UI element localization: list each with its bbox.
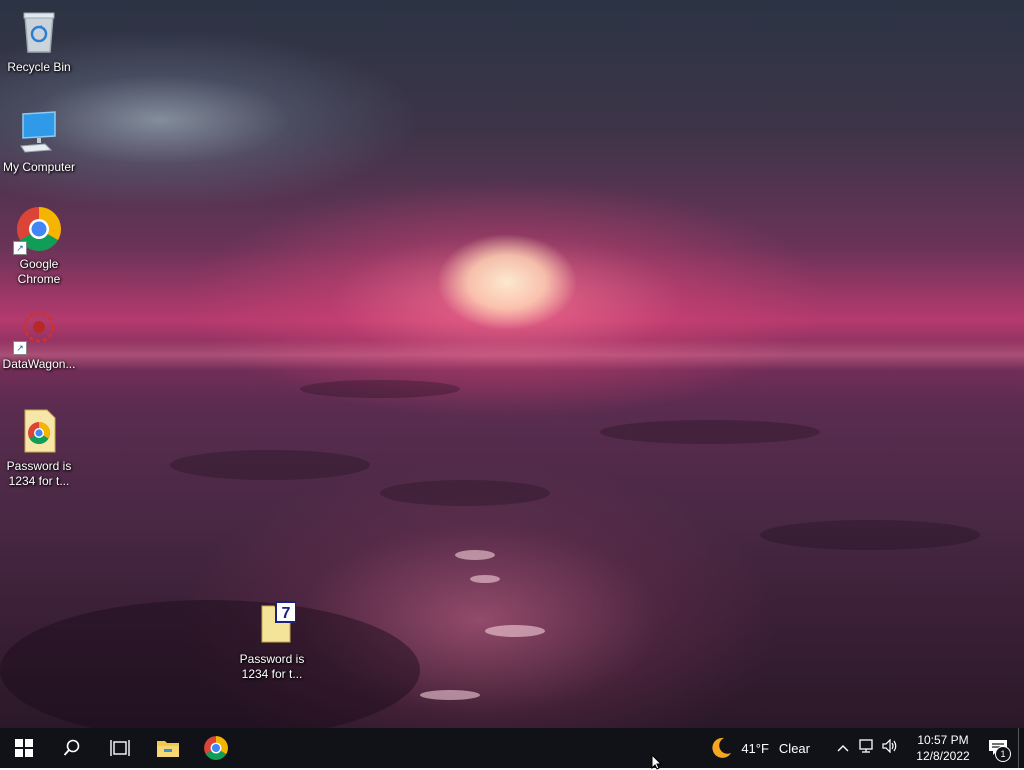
- windows-start-icon: [15, 739, 33, 757]
- recycle-bin-icon: [15, 8, 63, 56]
- desktop-icon-label: Recycle Bin: [7, 60, 71, 74]
- task-view-icon: [110, 740, 130, 756]
- chrome-icon: ↗: [13, 205, 63, 255]
- weather-condition: Clear: [778, 740, 810, 756]
- desktop-icon-google-chrome[interactable]: ↗ Google Chrome: [1, 205, 77, 287]
- chrome-document-icon: [15, 407, 63, 455]
- file-explorer-icon: [157, 741, 179, 757]
- desktop-icon-password-archive[interactable]: 7 Password is 1234 for t...: [234, 600, 310, 682]
- volume-icon: [882, 738, 897, 753]
- clock[interactable]: 10:57 PM 12/8/2022: [908, 732, 978, 764]
- desktop-icon-my-computer[interactable]: My Computer: [1, 108, 77, 175]
- water-glint: [420, 690, 480, 700]
- network-button[interactable]: [854, 738, 878, 758]
- taskbar: 41°F Clear 10:57 PM 12/8/2022 1: [0, 728, 1024, 768]
- 7zip-archive-icon: 7: [248, 600, 297, 648]
- task-view-button[interactable]: [96, 728, 144, 768]
- desktop-icon-recycle-bin[interactable]: Recycle Bin: [1, 8, 77, 75]
- chevron-up-icon: [837, 745, 849, 752]
- file-explorer-button[interactable]: [144, 728, 192, 768]
- system-tray: 41°F Clear 10:57 PM 12/8/2022 1: [709, 728, 1024, 768]
- shortcut-arrow-icon: ↗: [13, 341, 27, 355]
- wave-shadow: [0, 600, 420, 728]
- desktop-icon-label: Password is 1234 for t...: [6, 459, 72, 488]
- search-icon: [63, 739, 80, 756]
- horizon-glow: [0, 340, 1024, 370]
- chrome-taskbar-button[interactable]: [192, 728, 240, 768]
- show-hidden-icons-button[interactable]: [832, 739, 854, 757]
- clock-date: 12/8/2022: [916, 749, 970, 763]
- desktop-icon-datawagon[interactable]: ↗ DataWagon...: [1, 305, 77, 372]
- start-button[interactable]: [0, 728, 48, 768]
- search-button[interactable]: [48, 728, 96, 768]
- notification-count-badge: 1: [995, 746, 1011, 762]
- desktop-icon-label: DataWagon...: [2, 357, 76, 371]
- network-icon: [859, 738, 873, 753]
- datawagon-icon: ↗: [13, 305, 63, 355]
- desktop-wallpaper: Recycle Bin My Computer ↗ Google Chrome …: [0, 0, 1024, 728]
- action-center-button[interactable]: 1: [978, 728, 1018, 768]
- show-desktop-button[interactable]: [1018, 728, 1024, 768]
- wave-shadow: [170, 450, 370, 480]
- clock-time: 10:57 PM: [917, 733, 969, 747]
- svg-text:7: 7: [282, 605, 291, 622]
- computer-icon: [15, 108, 63, 156]
- weather-widget[interactable]: 41°F Clear: [709, 736, 810, 760]
- desktop-icon-password-html[interactable]: Password is 1234 for t...: [1, 407, 77, 489]
- chrome-icon: [204, 736, 228, 760]
- wave-shadow: [760, 520, 980, 550]
- water-glint: [485, 625, 545, 637]
- desktop-icon-label: Google Chrome: [17, 257, 61, 286]
- water-glint: [455, 550, 495, 560]
- shortcut-arrow-icon: ↗: [13, 241, 27, 255]
- water-glint: [470, 575, 500, 583]
- volume-button[interactable]: [878, 738, 902, 758]
- weather-temperature: 41°F: [741, 740, 769, 756]
- moon-icon: [712, 737, 732, 758]
- wave-shadow: [600, 420, 820, 444]
- desktop-icon-label: My Computer: [2, 160, 76, 174]
- wave-shadow: [300, 380, 460, 398]
- wave-shadow: [380, 480, 550, 506]
- desktop-icon-label: Password is 1234 for t...: [239, 652, 305, 681]
